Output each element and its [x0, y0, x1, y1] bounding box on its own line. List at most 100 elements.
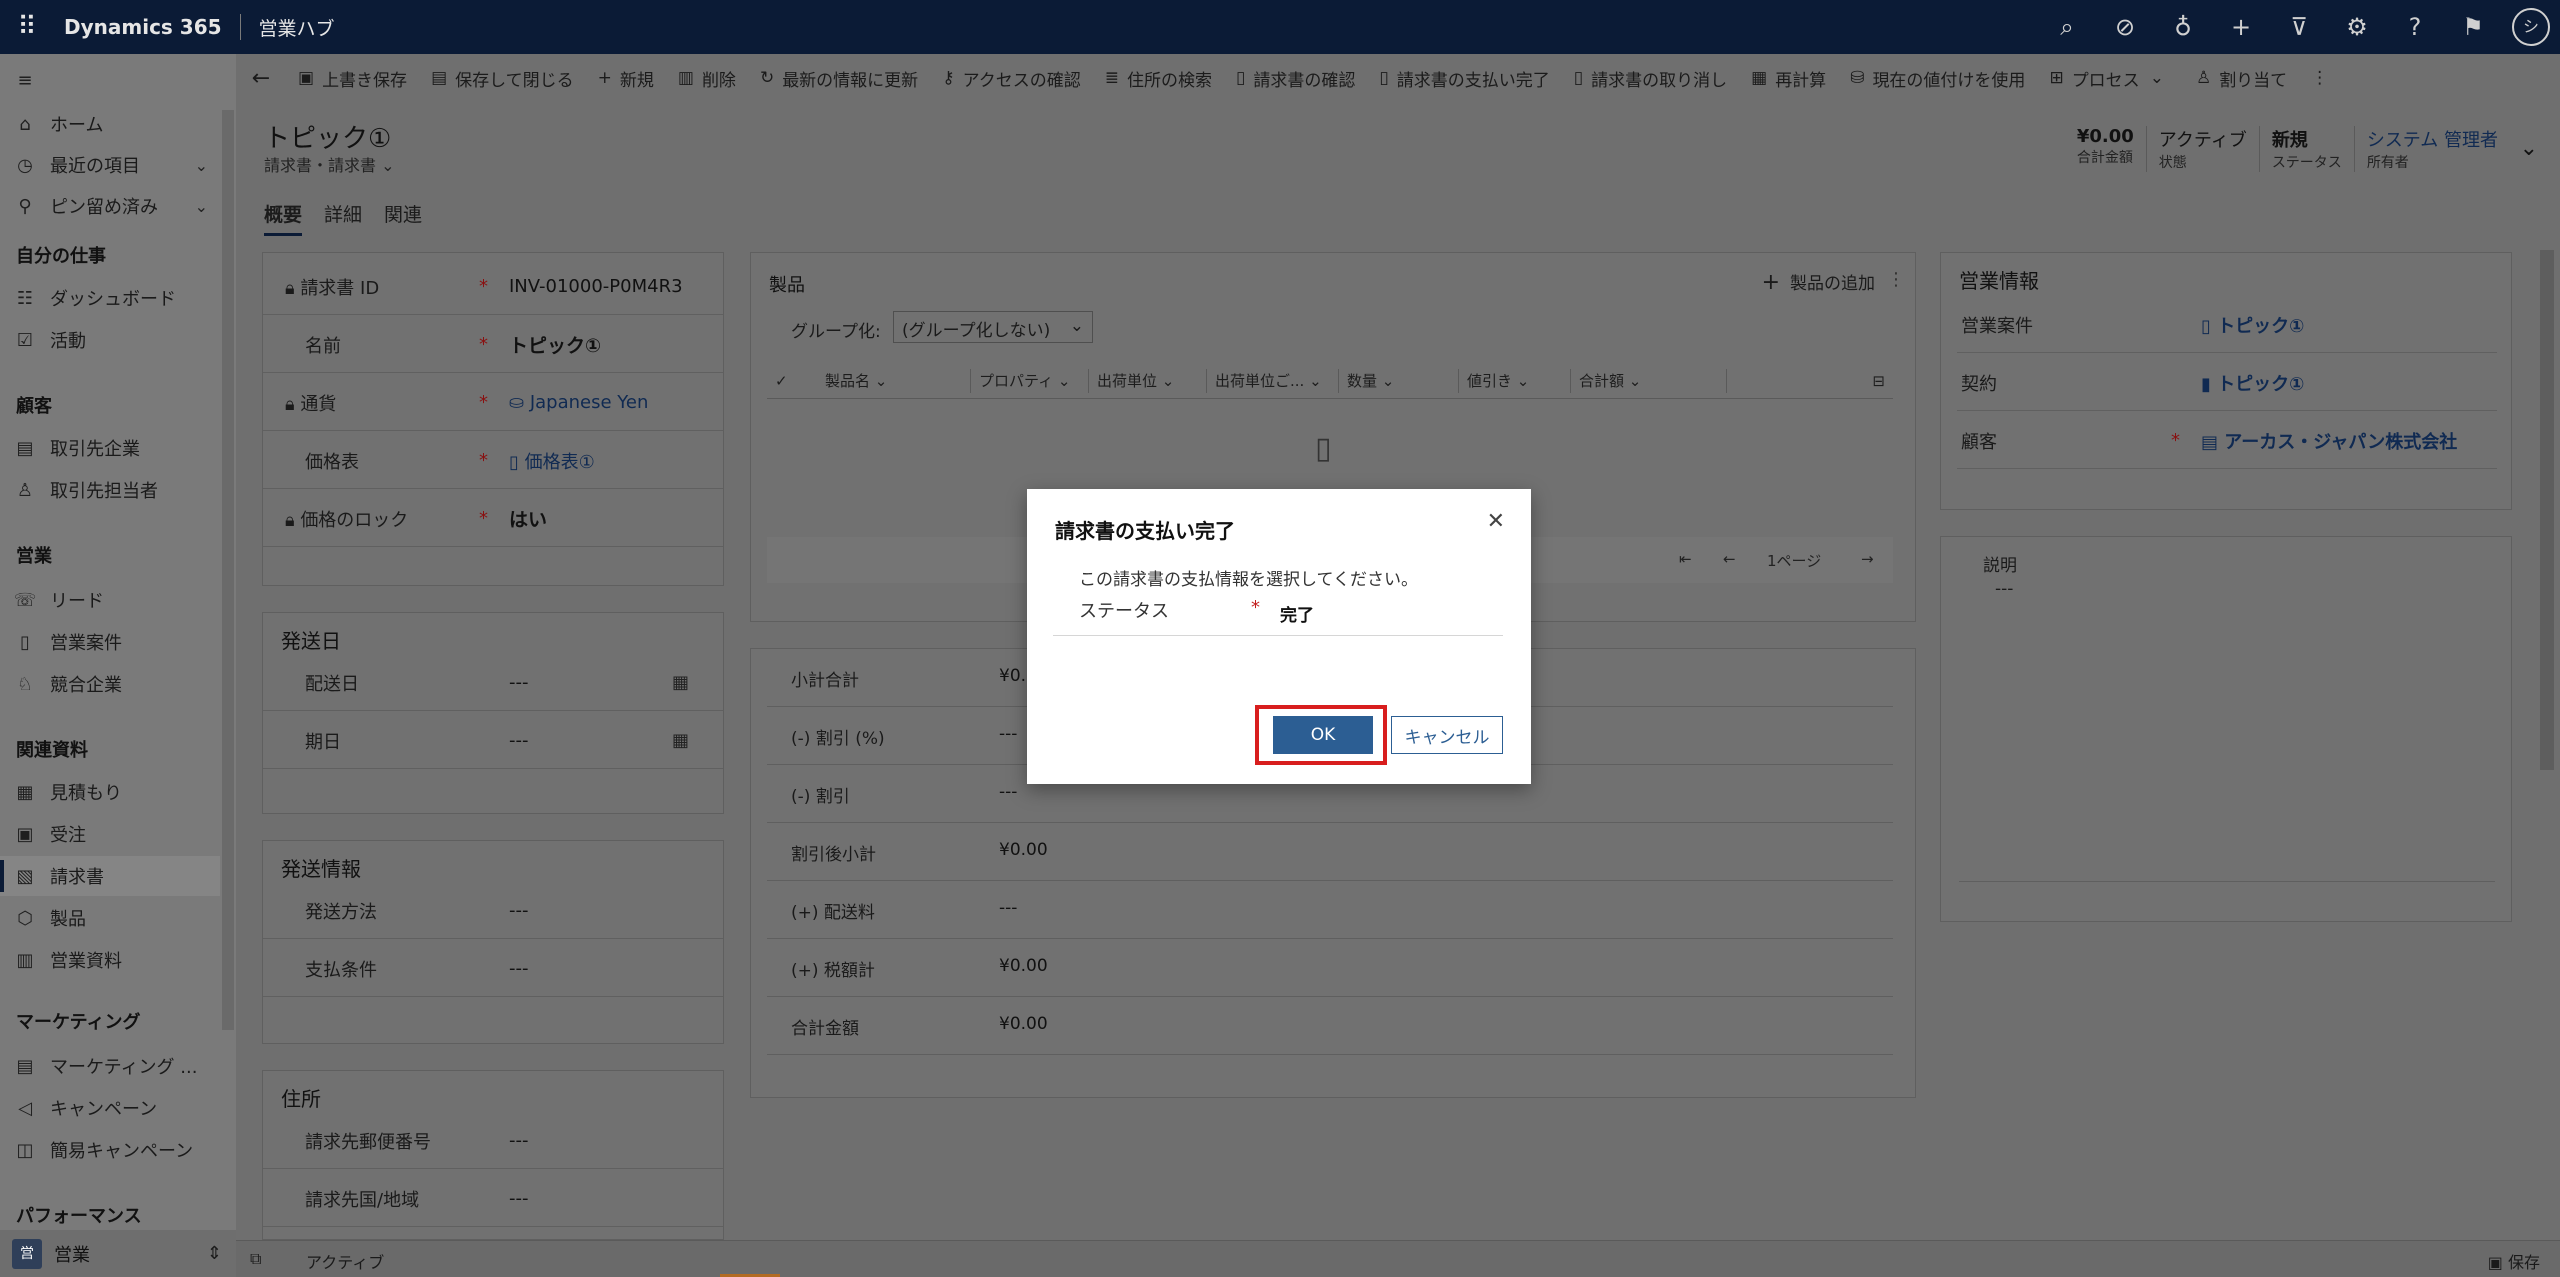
chevron-down-icon[interactable]: ⌄	[195, 156, 208, 175]
save-and-close-button[interactable]: ▤ 保存して閉じる	[419, 56, 586, 100]
column-header[interactable]: 合計額 ⌄	[1571, 368, 1727, 393]
field-bill-to-country[interactable]: 請求先国/地域 ---	[263, 1171, 723, 1227]
lookup-address-button[interactable]: ≣ 住所の検索	[1093, 56, 1224, 100]
app-name[interactable]: 営業ハブ	[241, 14, 335, 41]
megaphone-icon: ◁	[18, 1097, 32, 1119]
nav-leads[interactable]: ☏ リード	[0, 580, 220, 620]
cancel-button[interactable]: キャンセル	[1391, 716, 1503, 754]
nav-campaigns[interactable]: ◁ キャンペーン	[0, 1088, 220, 1128]
field-contract[interactable]: 契約 ▮ トピック①	[1957, 355, 2497, 411]
nav-opportunities[interactable]: ▯ 営業案件	[0, 622, 220, 662]
previous-page-icon[interactable]: ←	[1723, 550, 1736, 568]
use-current-pricing-button[interactable]: ⛁ 現在の値付けを使用	[1838, 56, 2037, 100]
record-state: アクティブ	[306, 1253, 385, 1272]
invoice-paid-button[interactable]: ▯ 請求書の支払い完了	[1367, 56, 1561, 100]
task-icon[interactable]: ⊘	[2096, 13, 2154, 41]
nav-accounts[interactable]: ▤ 取引先企業	[0, 428, 220, 468]
refresh-button[interactable]: ↻ 最新の情報に更新	[748, 56, 930, 100]
field-name[interactable]: 名前 * トピック①	[263, 317, 723, 373]
confirm-invoice-button[interactable]: ▯ 請求書の確認	[1224, 56, 1367, 100]
total-row[interactable]: (+) 配送料 ---	[767, 881, 1893, 939]
filter-icon[interactable]: ⊽	[2270, 13, 2328, 41]
column-header[interactable]: 出荷単位 ⌄	[1089, 368, 1207, 393]
header-owner[interactable]: システム 管理者 所有者	[2353, 126, 2510, 172]
nav-orders[interactable]: ▣ 受注	[0, 814, 220, 854]
save-button[interactable]: ▣ 上書き保存	[286, 56, 419, 100]
field-payment-terms[interactable]: 支払条件 ---	[263, 941, 723, 997]
app-launcher-icon[interactable]: ⠿	[0, 0, 54, 54]
description-value[interactable]: ---	[1995, 579, 2013, 599]
column-header[interactable]: 値引き ⌄	[1459, 368, 1571, 393]
feedback-icon[interactable]: ⚑	[2444, 13, 2502, 41]
delete-button[interactable]: ▥ 削除	[666, 56, 748, 100]
more-commands-icon[interactable]: ⋮	[2299, 56, 2340, 100]
column-settings-icon[interactable]: ⊟	[1872, 372, 1885, 390]
field-bill-to-zip[interactable]: 請求先郵便番号 ---	[263, 1113, 723, 1169]
new-button[interactable]: + 新規	[586, 56, 666, 100]
nav-pinned[interactable]: ⚲ ピン留め済み ⌄	[0, 186, 220, 226]
tab-details[interactable]: 詳細	[324, 200, 362, 236]
hamburger-menu-icon[interactable]: ≡	[0, 60, 220, 100]
field-shipping-method[interactable]: 発送方法 ---	[263, 883, 723, 939]
first-page-icon[interactable]: ⇤	[1679, 550, 1692, 568]
lock-icon: 🔒︎	[285, 509, 295, 531]
tab-summary[interactable]: 概要	[264, 200, 303, 236]
select-all-checkbox[interactable]: ✓	[767, 369, 817, 393]
nav-invoices[interactable]: ▧ 請求書	[0, 856, 220, 896]
brand-name[interactable]: Dynamics 365	[54, 14, 241, 40]
calendar-icon[interactable]: ▦	[672, 730, 689, 751]
nav-marketing-lists[interactable]: ▤ マーケティング ...	[0, 1046, 220, 1086]
field-customer[interactable]: 顧客 * ▤ アーカス・ジャパン株式会社	[1957, 413, 2497, 469]
cancel-invoice-button[interactable]: ▯ 請求書の取り消し	[1562, 56, 1739, 100]
process-button[interactable]: ⊞ プロセス ⌄	[2037, 56, 2184, 100]
page-scrollbar[interactable]	[2540, 250, 2554, 770]
lightbulb-icon[interactable]: ♁	[2154, 13, 2212, 41]
nav-competitors[interactable]: ♘ 競合企業	[0, 664, 220, 704]
record-form-selector[interactable]: 請求書・請求書 ⌄	[264, 152, 395, 176]
area-switcher[interactable]: 営 営業 ⇕	[0, 1230, 236, 1277]
plus-icon[interactable]: +	[2212, 13, 2270, 41]
more-options-icon[interactable]: ⋮	[1887, 269, 1905, 290]
check-access-button[interactable]: ⚷ アクセスの確認	[930, 56, 1093, 100]
dialog-title: 請求書の支払い完了	[1055, 519, 1235, 543]
required-marker: *	[479, 508, 488, 529]
nav-activities[interactable]: ☑ 活動	[0, 320, 220, 360]
help-icon[interactable]: ?	[2386, 13, 2444, 41]
nav-quotes[interactable]: ▦ 見積もり	[0, 772, 220, 812]
ok-button[interactable]: OK	[1273, 716, 1373, 754]
nav-contacts[interactable]: ♙ 取引先担当者	[0, 470, 220, 510]
nav-home[interactable]: ⌂ ホーム	[0, 104, 220, 144]
add-product-button[interactable]: + 製品の追加	[1762, 269, 1875, 295]
group-by-select[interactable]: (グループ化しない) ⌄	[893, 311, 1093, 343]
header-fields: ¥0.00 合計金額 アクティブ 状態 新規 ステータス システム 管理者 所有…	[2065, 126, 2510, 172]
user-avatar[interactable]: シ	[2512, 8, 2550, 46]
column-header[interactable]: プロパティ ⌄	[971, 368, 1089, 393]
status-save-button[interactable]: ▣ 保存	[2488, 1249, 2540, 1273]
gear-icon[interactable]: ⚙	[2328, 13, 2386, 41]
next-page-icon[interactable]: →	[1861, 550, 1874, 568]
column-header[interactable]: 出荷単位ご... ⌄	[1207, 368, 1339, 393]
nav-dashboards[interactable]: ☷ ダッシュボード	[0, 278, 220, 318]
assign-button[interactable]: ♙ 割り当て	[2184, 56, 2299, 100]
nav-quick-campaigns[interactable]: ◫ 簡易キャンペーン	[0, 1130, 220, 1170]
open-in-new-window-icon[interactable]: ⧉	[250, 1249, 261, 1269]
column-header[interactable]: 製品名 ⌄	[817, 368, 971, 393]
column-header[interactable]: 数量 ⌄	[1339, 368, 1459, 393]
calendar-icon[interactable]: ▦	[672, 672, 689, 693]
back-arrow-icon[interactable]: ←	[236, 56, 286, 100]
header-expand-chevron-icon[interactable]: ⌄	[2520, 136, 2538, 161]
recalculate-button[interactable]: ▦ 再計算	[1739, 56, 1838, 100]
nav-products[interactable]: ⬡ 製品	[0, 898, 220, 938]
nav-recent[interactable]: ◷ 最近の項目 ⌄	[0, 145, 220, 185]
status-select[interactable]: 完了	[1280, 601, 1314, 626]
field-delivery-date[interactable]: 配送日 --- ▦	[263, 655, 723, 711]
field-due-date[interactable]: 期日 --- ▦	[263, 713, 723, 769]
tab-related[interactable]: 関連	[384, 200, 422, 236]
search-icon[interactable]: ⌕	[2038, 13, 2096, 41]
field-price-list[interactable]: 価格表 * ▯ 価格表①	[263, 433, 723, 489]
chevron-down-icon[interactable]: ⌄	[195, 197, 208, 216]
field-opportunity[interactable]: 営業案件 ▯ トピック①	[1957, 297, 2497, 353]
close-icon[interactable]: ✕	[1487, 509, 1505, 534]
nav-sales-literature[interactable]: ▥ 営業資料	[0, 940, 220, 980]
nav-scrollbar[interactable]	[222, 110, 234, 1030]
